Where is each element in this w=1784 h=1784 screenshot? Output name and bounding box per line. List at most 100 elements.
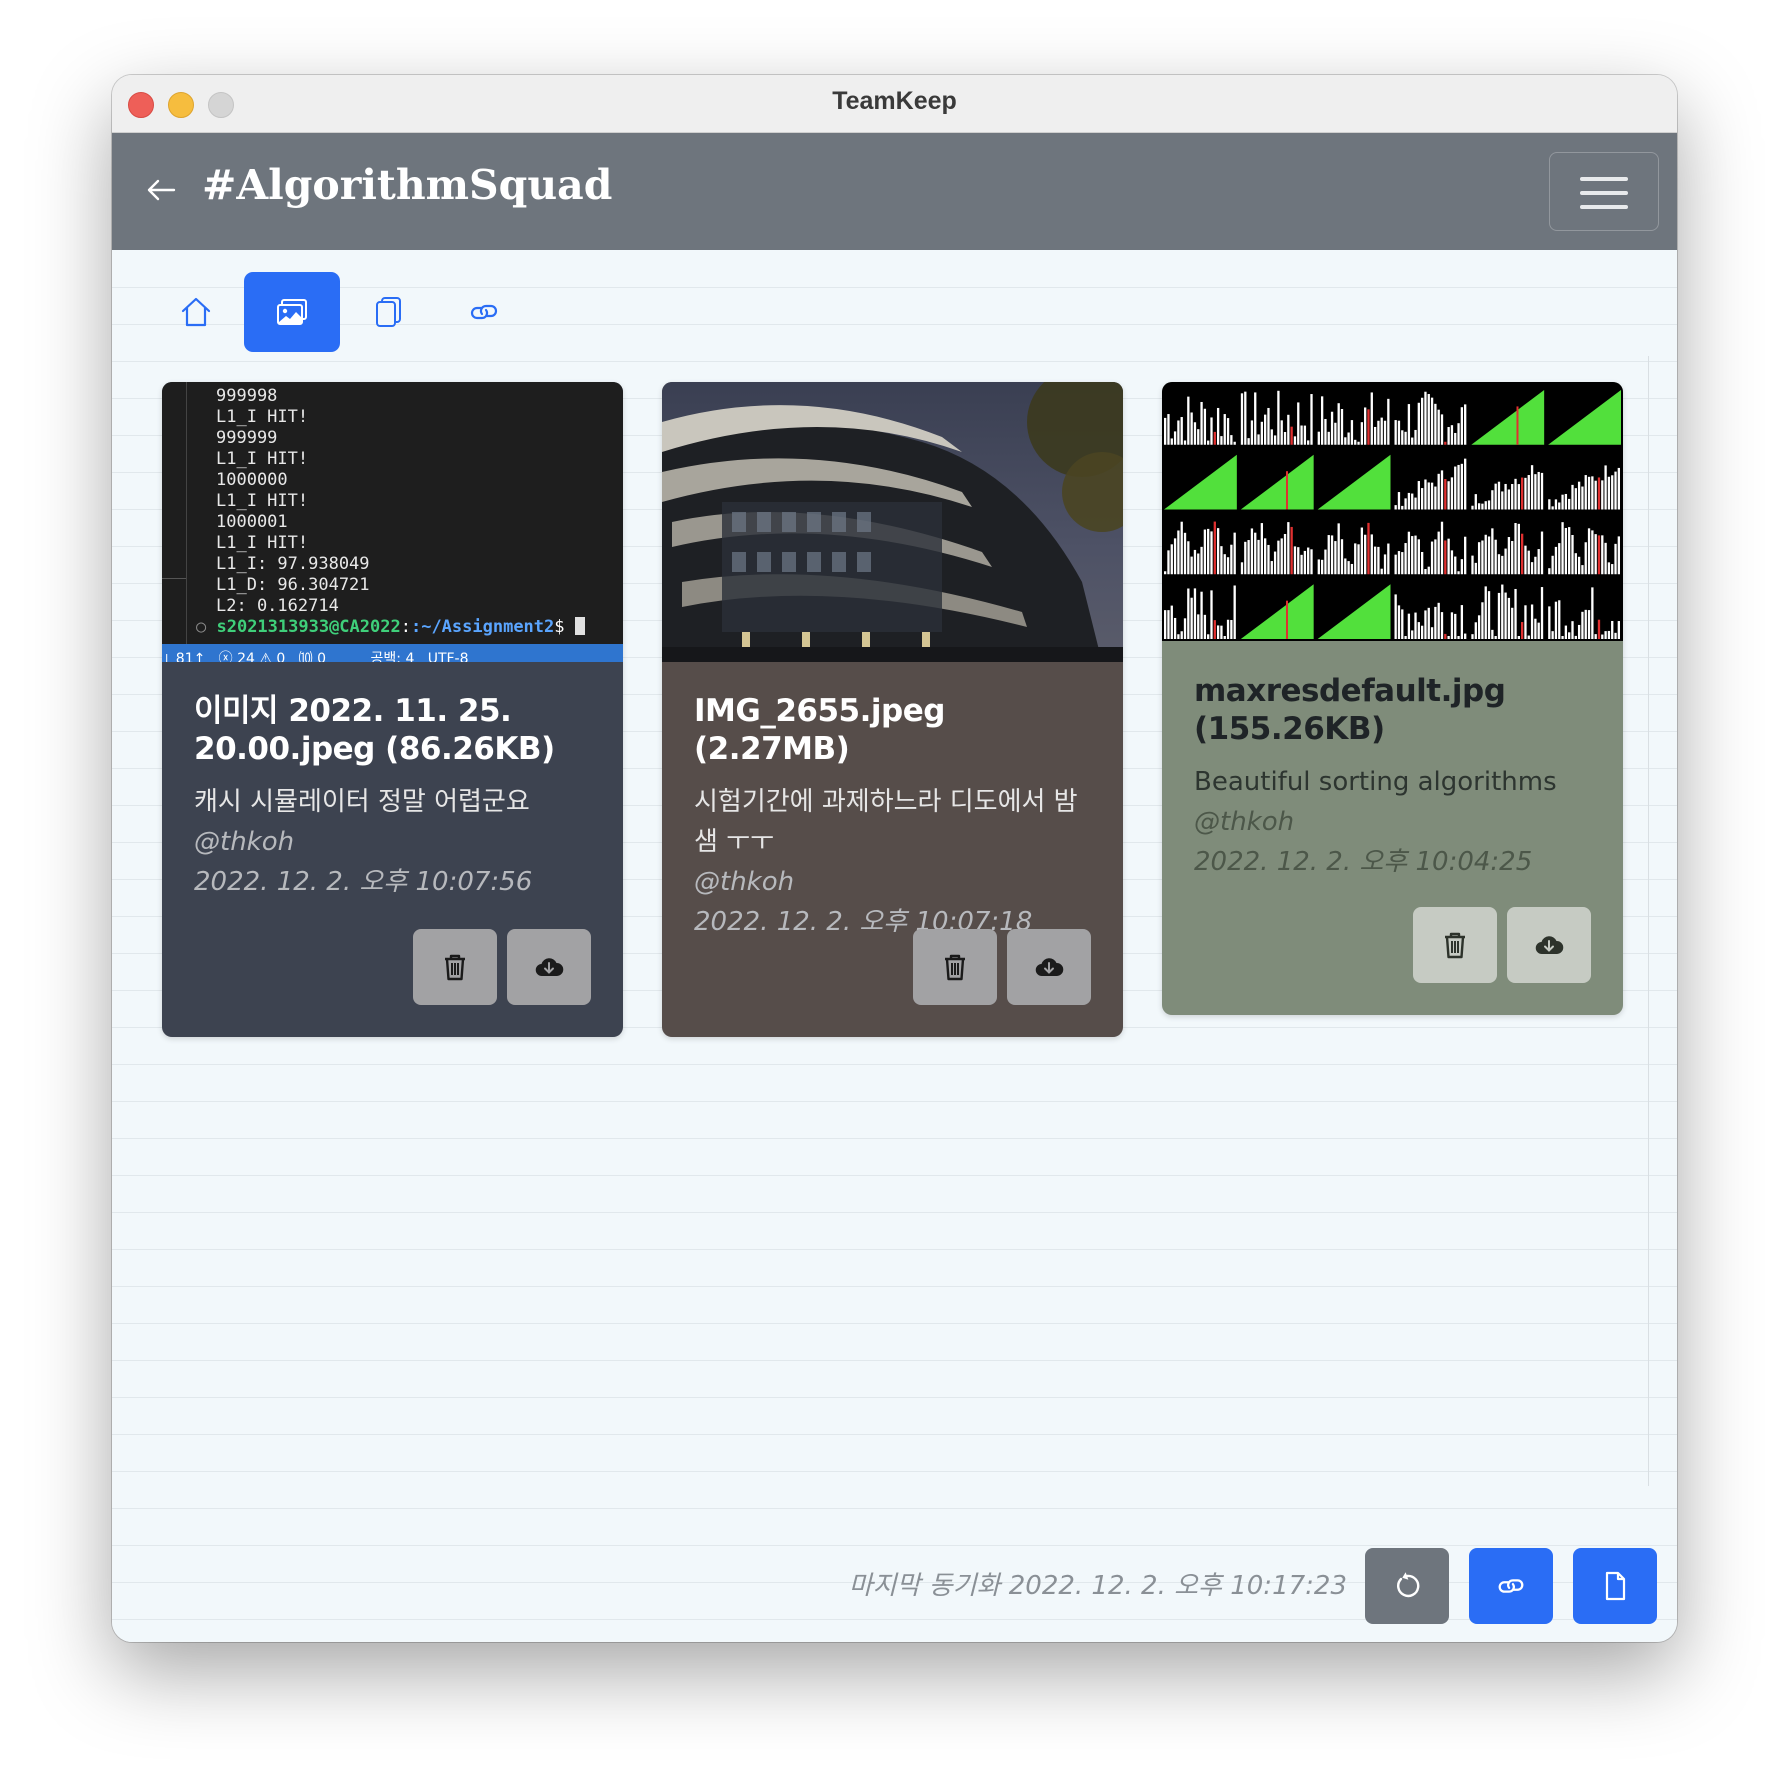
sort-bar: [1534, 556, 1537, 575]
sort-bar: [1504, 592, 1507, 639]
tab-home[interactable]: [148, 272, 244, 352]
card-body: 이미지 2022. 11. 25. 20.00.jpeg (86.26KB) 캐…: [194, 692, 595, 902]
delete-button[interactable]: [913, 929, 997, 1005]
terminal-screenshot-thumbnail[interactable]: 999998 L1_I HIT! 999999 L1_I HIT! 100000…: [162, 382, 623, 662]
sort-bar: [1404, 498, 1407, 510]
sorted-triangle: [1240, 584, 1314, 639]
building-photo-thumbnail[interactable]: [662, 382, 1123, 662]
sort-bar: [1591, 530, 1594, 575]
sort-bar: [1437, 473, 1440, 510]
download-button[interactable]: [1507, 907, 1591, 983]
sort-bar: [1303, 425, 1307, 445]
sort-bar: [1190, 597, 1193, 639]
delete-button[interactable]: [1413, 907, 1497, 983]
sort-bar: [1397, 492, 1401, 510]
trash-icon: [445, 954, 465, 981]
sort-bar: [1226, 557, 1230, 575]
sort-bar: [1173, 538, 1177, 575]
sort-bar: [1568, 498, 1571, 510]
sort-bar: [1417, 539, 1420, 575]
sort-bar: [1213, 620, 1216, 639]
sort-bar: [1577, 624, 1581, 639]
sort-visual-cell: [1548, 390, 1621, 445]
sort-bar: [1444, 479, 1447, 510]
sort-bar: [1501, 491, 1504, 510]
sort-bar: [1551, 506, 1554, 510]
refresh-button[interactable]: [1365, 1548, 1449, 1624]
sort-bar: [1444, 540, 1447, 575]
sort-bar: [1380, 417, 1383, 445]
sort-bar: [1497, 554, 1501, 575]
sort-bar: [1534, 618, 1537, 639]
sort-bar: [1558, 600, 1561, 639]
sorting-algorithms-thumbnail[interactable]: [1162, 382, 1623, 641]
image-card[interactable]: IMG_2655.jpeg (2.27MB) 시험기간에 과제하느라 디도에서 …: [662, 382, 1123, 1037]
sort-visual-cell: [1240, 584, 1314, 639]
sort-visual-cell: [1164, 521, 1236, 575]
sort-bar: [1401, 552, 1404, 575]
image-card[interactable]: maxresdefault.jpg (155.26KB) Beautiful s…: [1162, 382, 1623, 1015]
sort-bar: [1554, 601, 1558, 639]
sort-bar: [1193, 588, 1197, 639]
sort-bar: [1173, 431, 1177, 445]
sort-bar: [1404, 636, 1407, 639]
sort-bar: [1420, 488, 1424, 510]
sort-bar: [1561, 636, 1564, 639]
sort-bar: [1337, 523, 1340, 575]
sort-bar: [1507, 537, 1511, 575]
sort-bar: [1597, 535, 1601, 575]
sort-bar: [1548, 606, 1551, 639]
sort-bar: [1320, 396, 1324, 445]
sort-bar: [1270, 429, 1273, 445]
card-body: IMG_2655.jpeg (2.27MB) 시험기간에 과제하느라 디도에서 …: [694, 692, 1095, 942]
sort-bar: [1520, 622, 1524, 639]
sort-bar: [1511, 607, 1514, 639]
back-arrow-icon[interactable]: [146, 177, 176, 203]
window-title: TeamKeep: [832, 87, 957, 115]
sort-bar: [1177, 420, 1180, 445]
sort-bar: [1487, 500, 1491, 510]
delete-button[interactable]: [413, 929, 497, 1005]
sort-bar: [1310, 394, 1313, 445]
sort-bar: [1437, 409, 1440, 445]
card-actions: [913, 929, 1091, 1005]
sort-bar: [1554, 499, 1558, 510]
sort-bar: [1587, 528, 1591, 575]
sort-bar: [1250, 528, 1254, 575]
sort-bar: [1373, 546, 1377, 575]
sort-bar: [1440, 612, 1444, 639]
download-button[interactable]: [507, 929, 591, 1005]
sort-bar: [1517, 636, 1520, 639]
sort-bar: [1283, 432, 1287, 445]
sort-bar: [1440, 521, 1444, 575]
sort-bar: [1303, 550, 1307, 575]
sort-bar: [1460, 559, 1464, 575]
download-button[interactable]: [1007, 929, 1091, 1005]
sort-bar: [1537, 549, 1540, 575]
sort-bar: [1364, 407, 1367, 445]
scrollbar-track[interactable]: [1648, 356, 1649, 1486]
sort-bar: [1340, 539, 1344, 575]
tab-links[interactable]: [436, 272, 532, 352]
sort-bar: [1197, 429, 1200, 445]
sort-bar: [1484, 501, 1487, 510]
sort-bar: [1233, 532, 1236, 575]
image-card[interactable]: 999998 L1_I HIT! 999999 L1_I HIT! 100000…: [162, 382, 623, 1037]
sort-bar: [1230, 544, 1233, 575]
hamburger-menu-button[interactable]: [1549, 152, 1659, 231]
sort-bar: [1517, 523, 1520, 575]
tab-files[interactable]: [340, 272, 436, 352]
trash-icon: [1445, 932, 1465, 959]
add-link-button[interactable]: [1469, 1548, 1553, 1624]
sort-bar: [1220, 625, 1223, 639]
sort-bar: [1203, 529, 1207, 575]
tab-images[interactable]: [244, 272, 340, 352]
sort-bar: [1427, 607, 1430, 639]
add-file-button[interactable]: [1573, 1548, 1657, 1624]
sort-bar: [1520, 477, 1524, 510]
sort-bar: [1427, 482, 1430, 510]
sort-bar: [1164, 610, 1167, 639]
sort-bar: [1427, 566, 1430, 575]
sort-bar: [1614, 632, 1617, 639]
file-title: 이미지 2022. 11. 25. 20.00.jpeg (86.26KB): [194, 693, 555, 767]
